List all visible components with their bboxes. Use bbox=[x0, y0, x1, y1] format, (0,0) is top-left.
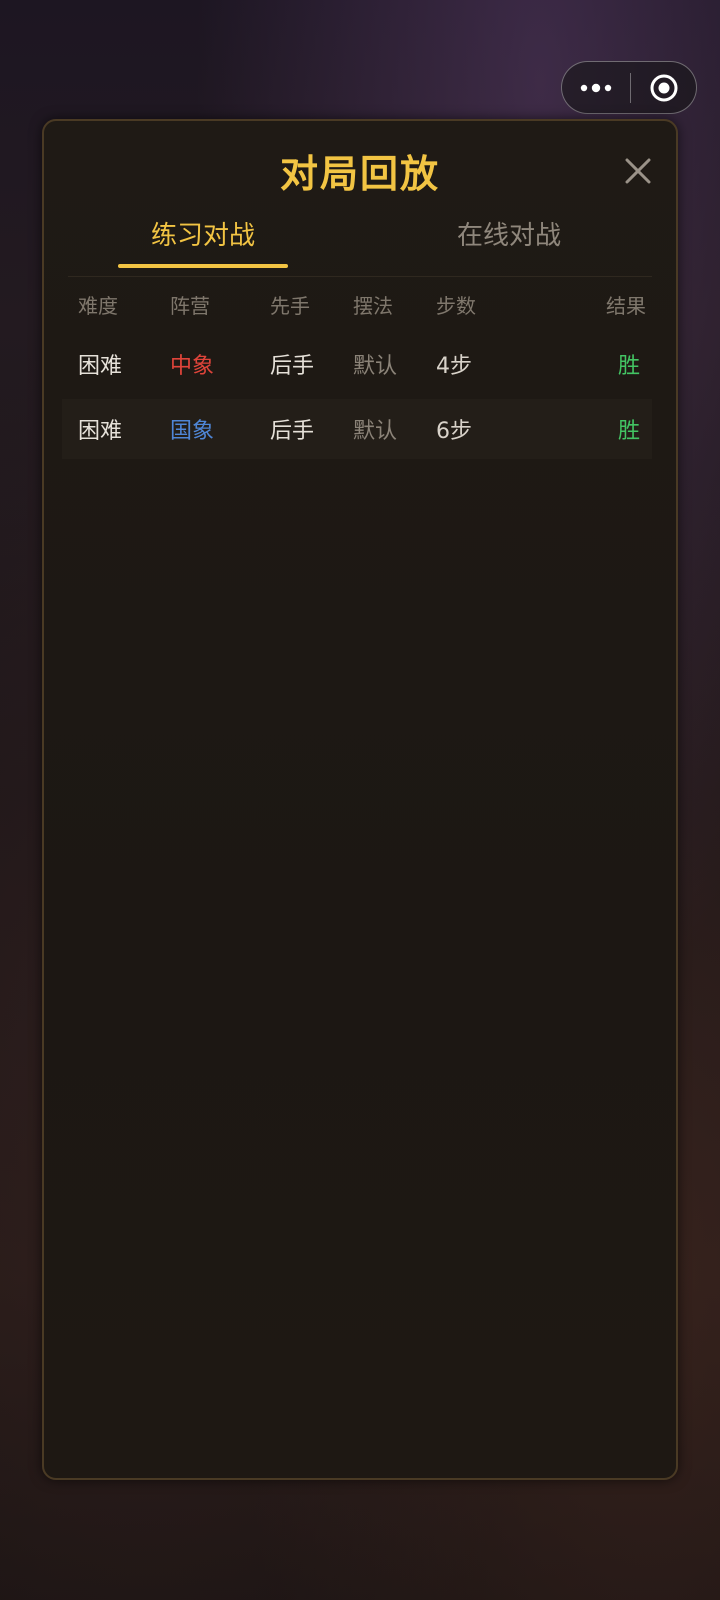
miniprogram-capsule bbox=[561, 61, 697, 114]
header-difficulty: 难度 bbox=[78, 293, 118, 318]
row-steps: 6步 bbox=[436, 419, 472, 444]
table-row[interactable]: 困难 中象 后手 默认 4步 胜 bbox=[62, 334, 652, 394]
tab-online-label: 在线对战 bbox=[456, 221, 561, 251]
row-setup: 默认 bbox=[353, 419, 398, 444]
header-result: 结果 bbox=[606, 293, 646, 318]
close-button[interactable] bbox=[618, 151, 658, 191]
header-setup: 摆法 bbox=[353, 293, 393, 318]
row-first-move: 后手 bbox=[270, 419, 315, 444]
target-circle-icon bbox=[650, 74, 677, 101]
header-camp: 阵营 bbox=[170, 293, 210, 318]
replay-modal: 对局回放 练习对战 在线对战 难度 阵营 先手 摆法 步数 结果 困难 中象 后… bbox=[42, 119, 678, 1480]
row-camp: 中象 bbox=[170, 354, 215, 379]
table-row[interactable]: 困难 国象 后手 默认 6步 胜 bbox=[62, 399, 652, 459]
row-result: 胜 bbox=[617, 354, 640, 379]
active-tab-underline bbox=[118, 264, 288, 268]
modal-title: 对局回放 bbox=[279, 152, 440, 196]
header-steps: 步数 bbox=[436, 293, 476, 318]
tab-practice[interactable]: 练习对战 bbox=[118, 215, 288, 271]
table-header: 难度 阵营 先手 摆法 步数 结果 bbox=[44, 281, 676, 327]
mode-tabs: 练习对战 在线对战 bbox=[44, 215, 676, 275]
close-x-icon bbox=[625, 158, 651, 184]
row-camp: 国象 bbox=[170, 419, 215, 444]
row-difficulty: 困难 bbox=[78, 419, 123, 444]
more-menu-button[interactable] bbox=[562, 62, 630, 113]
tab-online[interactable]: 在线对战 bbox=[424, 215, 594, 271]
exit-miniprogram-button[interactable] bbox=[631, 62, 696, 113]
row-setup: 默认 bbox=[353, 354, 398, 379]
more-dots-icon bbox=[580, 83, 612, 92]
row-difficulty: 困难 bbox=[78, 354, 123, 379]
header-divider bbox=[68, 276, 652, 277]
row-result: 胜 bbox=[617, 419, 640, 444]
header-first-move: 先手 bbox=[270, 293, 310, 318]
row-steps: 4步 bbox=[436, 354, 472, 379]
row-first-move: 后手 bbox=[270, 354, 315, 379]
tab-practice-label: 练习对战 bbox=[150, 221, 255, 251]
